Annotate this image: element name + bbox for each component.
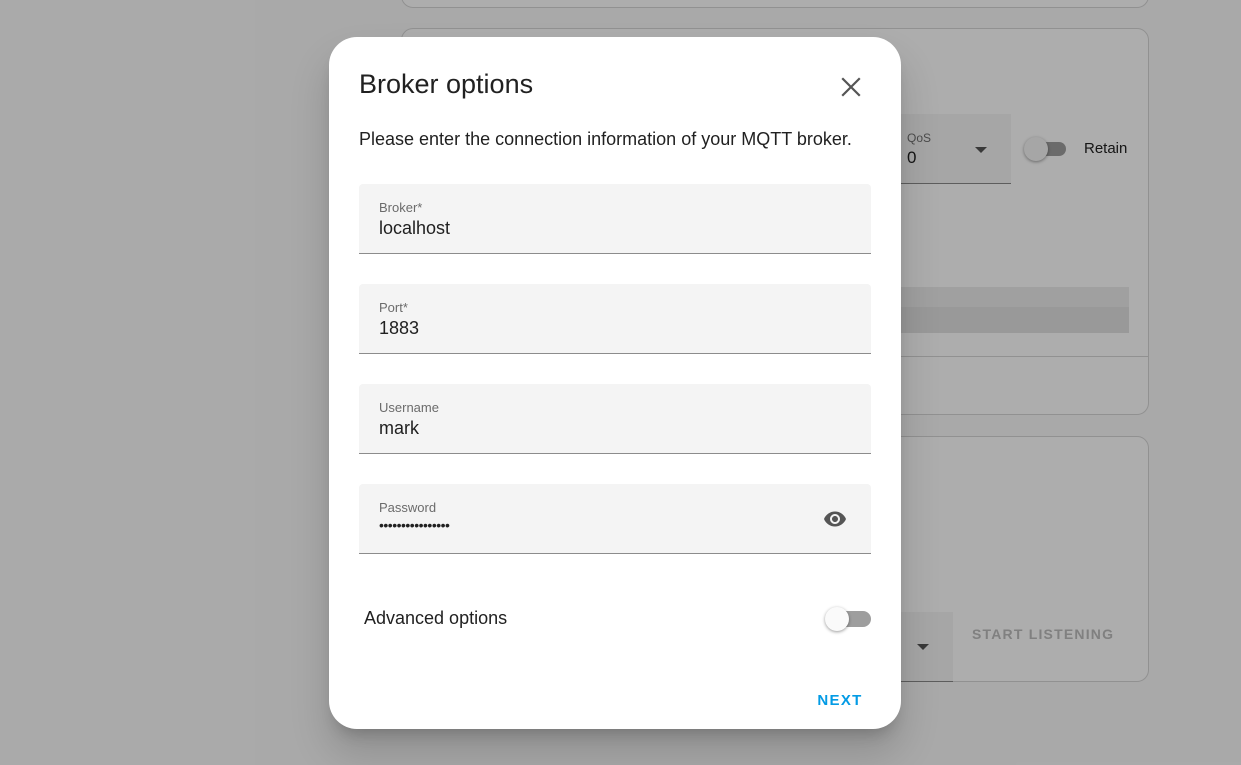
password-field-value[interactable]: •••••••••••••••• [379,517,450,533]
show-password-button[interactable] [821,506,849,532]
username-field[interactable]: Username mark [359,384,871,454]
port-field-label: Port* [379,300,408,315]
password-field[interactable]: Password •••••••••••••••• [359,484,871,554]
close-button[interactable] [831,67,871,107]
advanced-options-toggle[interactable] [825,607,871,631]
username-field-label: Username [379,400,439,415]
advanced-options-label: Advanced options [364,608,508,628]
close-icon [841,77,861,97]
next-button[interactable]: NEXT [809,682,871,718]
broker-options-dialog: Broker options Please enter the connecti… [329,37,901,729]
password-field-label: Password [379,500,437,515]
dialog-description: Please enter the connection information … [359,129,852,149]
eye-icon [824,511,846,527]
port-field-value[interactable]: 1883 [379,318,419,339]
broker-field[interactable]: Broker* localhost [359,184,871,254]
broker-field-label: Broker* [379,200,423,215]
port-field[interactable]: Port* 1883 [359,284,871,354]
username-field-value[interactable]: mark [379,418,419,439]
advanced-options-toggle-thumb [825,607,849,631]
dialog-title: Broker options [359,69,534,99]
broker-field-value[interactable]: localhost [379,218,450,239]
